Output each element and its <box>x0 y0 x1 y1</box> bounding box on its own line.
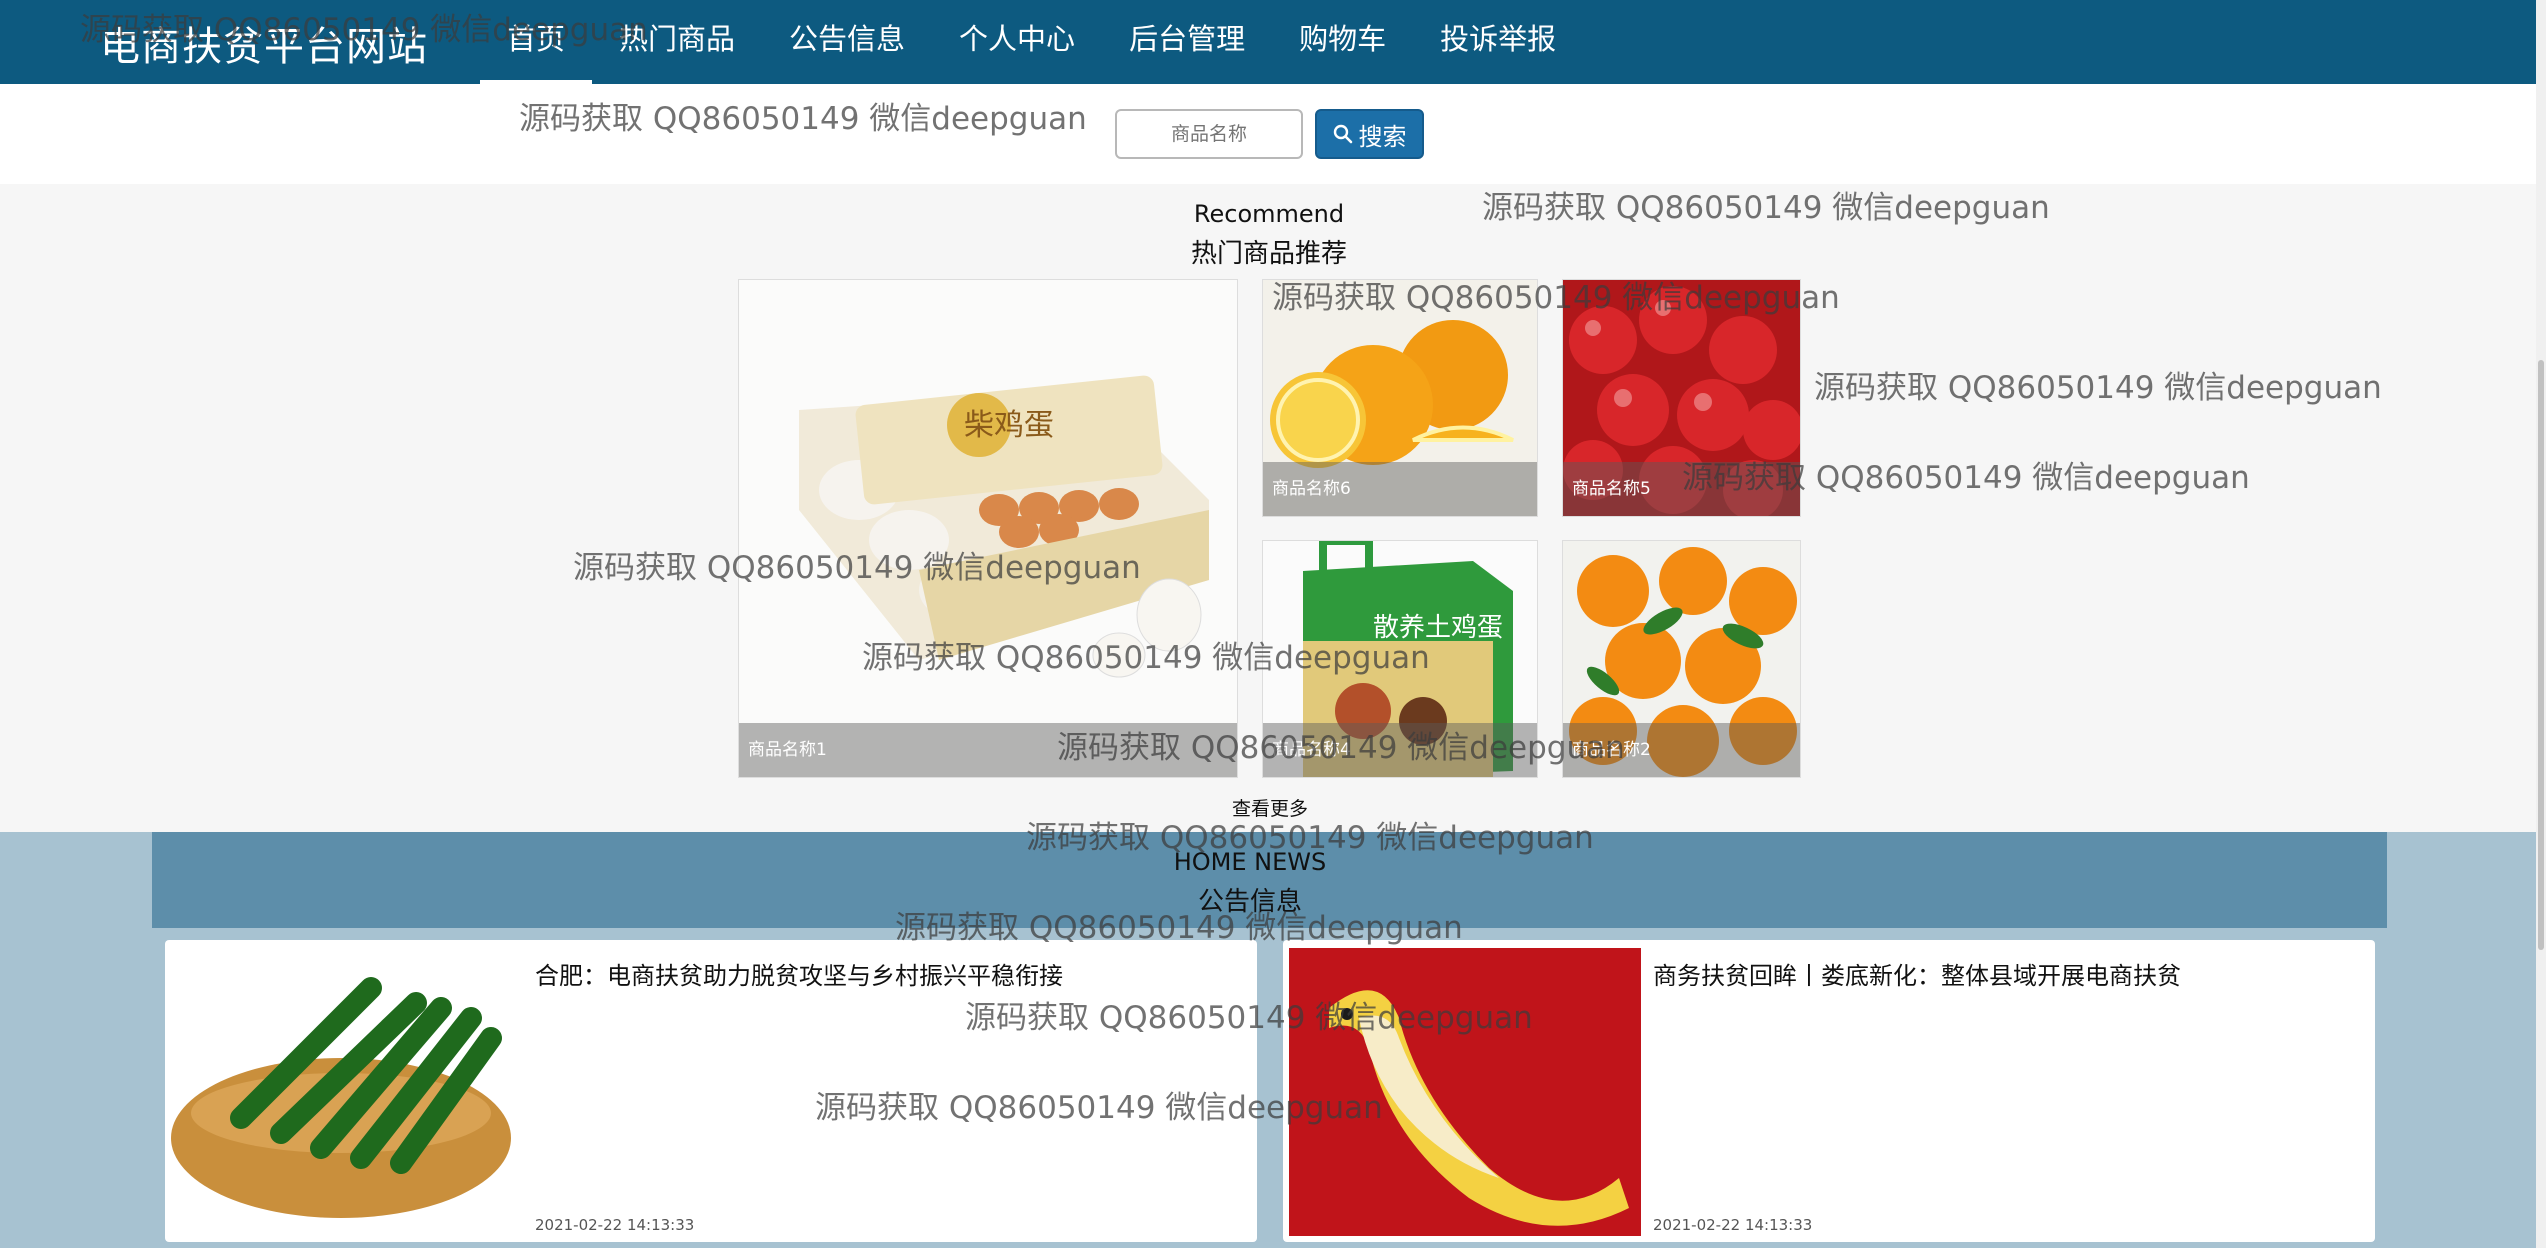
news-date: 2021-02-22 14:13:33 <box>535 1216 695 1234</box>
news-title-cn: 公告信息 <box>1197 887 1302 917</box>
product-card[interactable]: 商品名称5 <box>1562 279 1801 517</box>
main-nav: 首页 热门商品 公告信息 个人中心 后台管理 购物车 投诉举报 <box>480 0 1583 84</box>
news-date: 2021-02-22 14:13:33 <box>1653 1216 1813 1234</box>
page-scrollbar-thumb[interactable] <box>2538 360 2544 950</box>
nav-complaint[interactable]: 投诉举报 <box>1413 0 1583 84</box>
news-title-en: HOME NEWS <box>1173 848 1327 876</box>
gift-box-label: 散养土鸡蛋 <box>1373 613 1503 643</box>
recommend-title-en: Recommend <box>1193 200 1345 228</box>
product-name: 商品名称5 <box>1563 462 1800 516</box>
search-icon <box>1333 124 1352 144</box>
nav-admin[interactable]: 后台管理 <box>1102 0 1272 84</box>
product-image-egg-box: 柴鸡蛋 <box>739 280 1237 777</box>
egg-box-label: 柴鸡蛋 <box>964 408 1054 443</box>
product-card[interactable]: 商品名称2 <box>1562 540 1801 778</box>
product-card[interactable]: 柴鸡蛋 商品名称1 <box>738 279 1238 778</box>
watermark-text: 源码获取 QQ86050149 微信deepguan <box>519 101 1087 137</box>
search-button[interactable]: 搜索 <box>1315 109 1424 159</box>
product-name: 商品名称2 <box>1563 723 1800 777</box>
view-more-link[interactable]: 查看更多 <box>1170 794 1370 821</box>
site-brand[interactable]: 电商扶贫平台网站 <box>100 14 428 72</box>
product-name: 商品名称1 <box>739 723 1237 777</box>
news-card[interactable]: 合肥：电商扶贫助力脱贫攻坚与乡村振兴平稳衔接 2021-02-22 14:13:… <box>165 940 1257 1242</box>
search-button-label: 搜索 <box>1358 122 1407 151</box>
news-title[interactable]: 合肥：电商扶贫助力脱贫攻坚与乡村振兴平稳衔接 <box>535 956 1063 991</box>
product-name-search-input[interactable] <box>1115 109 1303 159</box>
nav-announcements[interactable]: 公告信息 <box>762 0 932 84</box>
news-card[interactable]: 商务扶贫回眸丨娄底新化：整体县域开展电商扶贫 2021-02-22 14:13:… <box>1283 940 2375 1242</box>
nav-home[interactable]: 首页 <box>480 0 593 84</box>
recommend-title-cn: 热门商品推荐 <box>1190 239 1347 269</box>
nav-cart[interactable]: 购物车 <box>1272 0 1413 84</box>
news-title[interactable]: 商务扶贫回眸丨娄底新化：整体县域开展电商扶贫 <box>1653 956 2181 991</box>
product-name: 商品名称6 <box>1263 462 1537 516</box>
product-card[interactable]: 散养土鸡蛋 商品名称4 <box>1262 540 1538 778</box>
product-card[interactable]: 商品名称6 <box>1262 279 1538 517</box>
news-image-cucumbers <box>171 948 523 1232</box>
nav-hot-products[interactable]: 热门商品 <box>592 0 762 84</box>
nav-personal-center[interactable]: 个人中心 <box>932 0 1102 84</box>
product-name: 商品名称4 <box>1263 723 1537 777</box>
news-image-banana <box>1289 948 1641 1236</box>
